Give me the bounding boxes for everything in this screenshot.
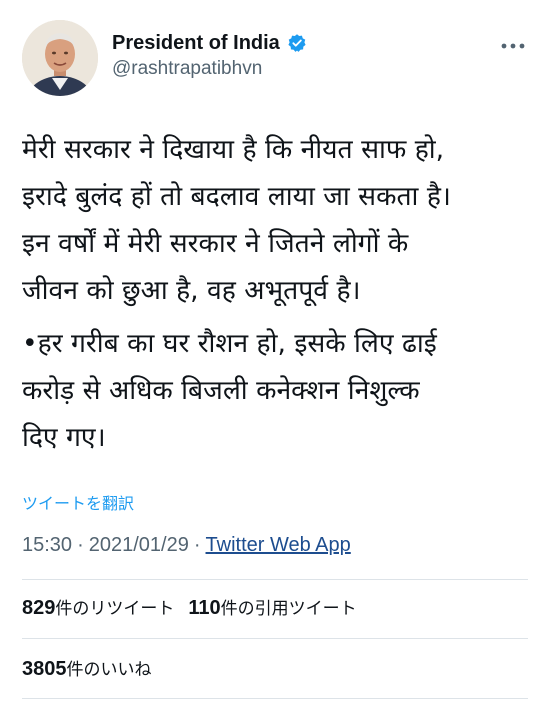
display-name-row: President of India [112,30,307,56]
retweets-label: 件のリツイート [55,599,175,619]
meta-separator: · [193,534,201,556]
likes-stat[interactable]: 3805 件のいいね [22,655,152,681]
tweet-source-link[interactable]: Twitter Web App [206,534,351,556]
divider [22,698,528,699]
translate-tweet-link[interactable]: ツイートを翻訳 [22,490,134,514]
more-horizontal-icon[interactable] [498,38,528,52]
divider [22,579,528,580]
author-display-name[interactable]: President of India [112,32,280,55]
tweet-date[interactable]: 2021/01/29 [89,534,189,556]
meta-separator: · [77,534,84,556]
likes-label: 件のいいね [66,660,152,680]
tweet-header: President of India @rashtrapatibhvn [22,20,532,96]
quotes-stat[interactable]: 110 件の引用ツイート [188,594,356,620]
quotes-label: 件の引用ツイート [220,599,357,619]
author-avatar[interactable] [22,20,98,96]
author-handle[interactable]: @rashtrapatibhvn [112,58,307,80]
likes-count: 3805 [22,658,67,680]
tweet-time[interactable]: 15:30 [22,534,72,556]
retweets-count: 829 [22,597,56,619]
retweets-stat[interactable]: 829 件のリツイート [22,594,174,620]
likes-stats-row: 3805 件のいいね [22,655,152,681]
engagement-stats-row: 829 件のリツイート 110 件の引用ツイート [22,594,357,620]
portrait-avatar-icon [22,20,98,96]
quotes-count: 110 [188,597,221,619]
author-names: President of India @rashtrapatibhvn [112,30,307,80]
tweet-detail: President of India @rashtrapatibhvn मेरी… [0,0,550,701]
tweet-text: मेरी सरकार ने दिखाया है कि नीयत साफ हो, … [22,126,534,461]
tweet-meta: 15:30 · 2021/01/29 · Twitter Web App [22,534,351,557]
tweet-paragraph: मेरी सरकार ने दिखाया है कि नीयत साफ हो, … [22,134,451,306]
tweet-paragraph: •हर गरीब का घर रौशन हो, इसके लिए ढाई करो… [22,328,437,453]
divider [22,638,528,639]
verified-badge-icon [287,33,307,53]
